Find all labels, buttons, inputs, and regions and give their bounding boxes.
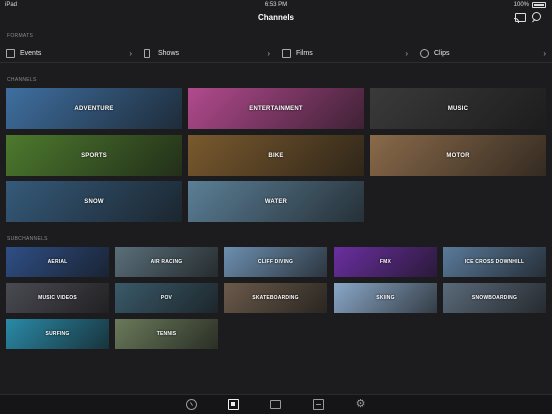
battery-percent: 100% [513,2,529,8]
channel-label: MOTOR [446,152,470,159]
search-icon[interactable] [531,12,541,22]
play-circle-icon [420,49,429,58]
channel-label: SPORTS [81,152,107,159]
channel-label: WATER [264,198,288,205]
subchannel-tile-skiing[interactable]: SKIING [334,283,437,313]
formats-row: Events › Shows › Films › Clips › [0,45,552,63]
chevron-right-icon: › [543,49,546,58]
format-label: Clips [434,50,450,57]
ticket-icon [6,49,15,58]
channel-tile-water[interactable]: WATER [188,181,364,222]
subchannel-label: SKATEBOARDING [252,295,299,301]
status-bar: iPad 6:53 PM 100% [0,0,552,10]
subchannel-tile-skateboarding[interactable]: SKATEBOARDING [224,283,327,313]
channel-tile-sports[interactable]: SPORTS [6,135,182,176]
channels-heading: CHANNELS [7,77,37,83]
subchannel-tile-surfing[interactable]: SURFING [6,319,109,349]
format-clips[interactable]: Clips › [414,45,552,63]
status-right: 100% [514,2,546,8]
chevron-right-icon: › [405,49,408,58]
nav-bar: Channels [0,10,552,28]
cast-icon[interactable] [514,13,526,23]
channel-label: BIKE [268,152,284,159]
battery-icon [532,2,546,8]
calendar-icon[interactable] [313,399,324,410]
channel-tile-entertainment[interactable]: ENTERTAINMENT [188,88,364,129]
format-label: Shows [158,50,180,57]
channel-label: ADVENTURE [74,105,114,112]
subchannel-tile-fmx[interactable]: FMX [334,247,437,277]
page-title: Channels [257,13,294,22]
format-films[interactable]: Films › [276,45,414,63]
tv-icon[interactable] [270,400,281,409]
clock-icon[interactable] [186,399,197,410]
format-label: Films [296,50,313,57]
format-events[interactable]: Events › [0,45,138,63]
channel-tile-bike[interactable]: BIKE [188,135,364,176]
phone-icon [144,49,150,58]
subchannel-label: FMX [379,259,392,265]
subchannel-label: CLIFF DIVING [257,259,294,265]
subchannel-label: POV [160,295,173,301]
format-shows[interactable]: Shows › [138,45,276,63]
gear-icon[interactable]: ⚙ [355,399,366,410]
chevron-right-icon: › [267,49,270,58]
format-label: Events [20,50,42,57]
subchannel-label: AERIAL [47,259,68,265]
channel-label: MUSIC [447,105,469,112]
subchannel-tile-music-videos[interactable]: MUSIC VIDEOS [6,283,109,313]
channel-tile-music[interactable]: MUSIC [370,88,546,129]
subchannel-label: SKIING [376,295,395,301]
film-icon [282,49,291,58]
channels-icon[interactable] [228,399,239,410]
subchannel-tile-cliff-diving[interactable]: CLIFF DIVING [224,247,327,277]
subchannel-label: MUSIC VIDEOS [38,295,77,301]
subchannel-tile-ice-cross-downhill[interactable]: ICE CROSS DOWNHILL [443,247,546,277]
subchannel-tile-snowboarding[interactable]: SNOWBOARDING [443,283,546,313]
subchannel-tile-air-racing[interactable]: AIR RACING [115,247,218,277]
subchannel-label: TENNIS [156,331,177,337]
subchannel-tile-aerial[interactable]: AERIAL [6,247,109,277]
chevron-right-icon: › [129,49,132,58]
channel-label: SNOW [84,198,104,205]
channel-tile-motor[interactable]: MOTOR [370,135,546,176]
channel-tile-snow[interactable]: SNOW [6,181,182,222]
tab-bar: ⚙ [0,394,552,414]
subchannel-label: SNOWBOARDING [471,295,518,301]
subchannel-tile-pov[interactable]: POV [115,283,218,313]
subchannel-label: ICE CROSS DOWNHILL [464,259,525,265]
channel-tile-adventure[interactable]: ADVENTURE [6,88,182,129]
subchannel-tile-tennis[interactable]: TENNIS [115,319,218,349]
status-time: 6:53 PM [264,2,288,8]
formats-heading: FORMATS [7,33,34,39]
subchannels-heading: SUBCHANNELS [7,236,48,242]
channel-label: ENTERTAINMENT [249,105,303,112]
subchannel-label: SURFING [45,331,70,337]
subchannel-label: AIR RACING [150,259,183,265]
